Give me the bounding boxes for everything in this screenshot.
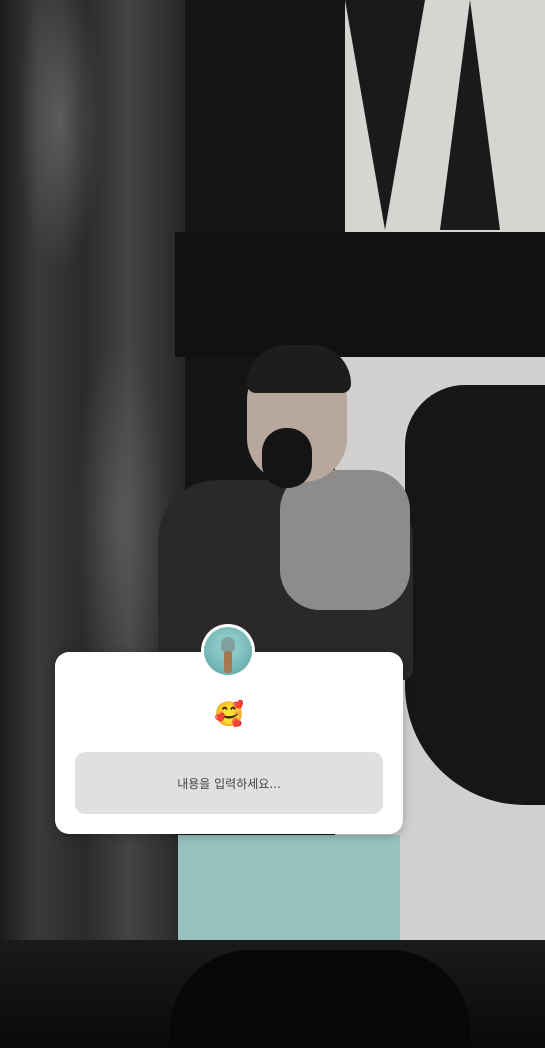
performer-hair (247, 345, 351, 393)
avatar-figure-body (224, 651, 232, 673)
background-photo-left (0, 0, 185, 1048)
background-shape (345, 0, 425, 230)
avatar-image (204, 627, 252, 675)
answer-input[interactable]: 내용을 입력하세요... (75, 752, 383, 814)
story-screen: 🥰 내용을 입력하세요... (0, 0, 545, 1048)
sticker-emoji: 🥰 (214, 700, 244, 728)
performer-sleeve (280, 470, 410, 610)
microphone-hand (262, 428, 312, 488)
question-sticker: 🥰 내용을 입력하세요... (55, 652, 403, 834)
profile-avatar-icon (201, 624, 255, 678)
crowd-silhouette (170, 950, 470, 1048)
background-shadow (405, 385, 545, 805)
background-band (175, 232, 545, 357)
background-shape (440, 0, 500, 230)
